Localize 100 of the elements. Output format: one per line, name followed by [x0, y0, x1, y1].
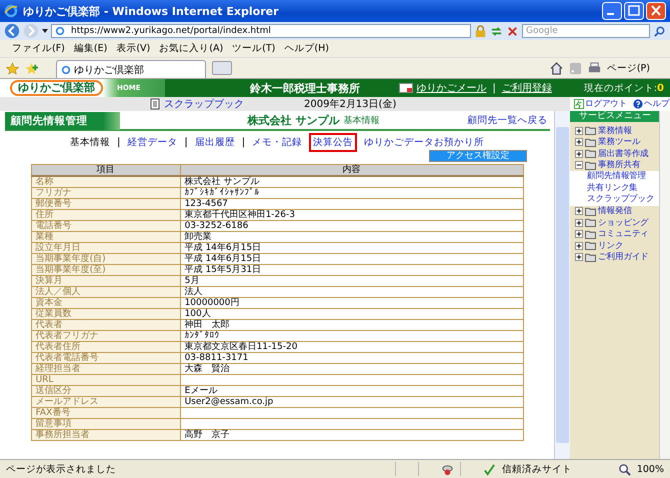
subnav-link[interactable]: メモ・記録 [248, 132, 306, 152]
security-zone: 信頼済みサイト [502, 462, 572, 476]
menu-link[interactable]: 共有リンク集 [587, 182, 638, 192]
menu-item[interactable]: ファイル(F) [12, 42, 65, 55]
expand-icon[interactable] [575, 218, 584, 227]
search-icon[interactable] [653, 24, 666, 38]
folder-icon [585, 138, 596, 147]
menu-category[interactable]: 情報発信 [598, 205, 632, 218]
field-label: 業種 [36, 232, 54, 242]
scrapbook-link[interactable]: スクラップブック [164, 97, 244, 111]
search-field[interactable]: Google [522, 24, 650, 38]
field-value: 平成 14年6月15日 [184, 254, 262, 264]
menu-category[interactable]: ご利用ガイド [598, 251, 649, 264]
refresh-icon[interactable] [490, 24, 503, 38]
folder-icon [585, 126, 596, 136]
subnav-link[interactable]: 経営データ [123, 132, 182, 152]
folder-icon [585, 149, 596, 158]
logout-link[interactable]: ログアウト [585, 98, 628, 110]
menu-category[interactable]: 届出書等作成 [598, 148, 649, 160]
menu-category[interactable]: 業務情報 [598, 124, 632, 137]
expand-icon[interactable] [575, 230, 584, 238]
column-header: 内容 [180, 164, 524, 176]
field-label: 電話番号 [36, 221, 72, 231]
lock-icon[interactable] [474, 24, 487, 38]
page-menu[interactable]: ページ(P) [606, 62, 650, 74]
subnav-link[interactable]: 決算公告 [309, 132, 358, 152]
collapse-icon[interactable] [575, 161, 584, 170]
menu-item[interactable]: ヘルプ(H) [284, 42, 329, 55]
field-value: 東京都千代田区神田1-26-3 [184, 210, 295, 220]
field-label: 決算月 [36, 276, 63, 286]
expand-icon[interactable] [575, 126, 584, 135]
expand-icon[interactable] [575, 207, 584, 216]
expand-icon[interactable] [575, 138, 584, 146]
history-dropdown-icon[interactable] [42, 29, 48, 33]
expand-icon[interactable] [575, 242, 584, 250]
menu-link[interactable]: 顧問先情報管理 [587, 171, 646, 181]
back-to-list-link[interactable]: 顧問先一覧へ戻る [468, 114, 548, 127]
field-label: FAX番号 [36, 408, 70, 418]
subnav-link[interactable]: ゆりかごデータお預かり所 [360, 132, 488, 152]
expand-icon[interactable] [575, 253, 584, 262]
mail-icon [399, 83, 414, 93]
stop-icon[interactable] [506, 24, 519, 38]
menu-item[interactable]: ツール(T) [232, 42, 276, 55]
folder-icon [585, 218, 596, 228]
field-value: 03-3252-6186 [184, 221, 248, 231]
print-icon[interactable] [588, 62, 601, 74]
field-label: 留意事項 [36, 419, 72, 429]
field-label: 送信区分 [36, 386, 72, 396]
page-scrollbar[interactable] [554, 111, 570, 459]
menu-category[interactable]: ショッピング [598, 216, 649, 229]
menu-item[interactable]: 表示(V) [116, 42, 150, 55]
subnav-link[interactable]: 届出履歴 [190, 132, 239, 152]
zoom-level[interactable]: 100% [636, 464, 664, 474]
page-icon [55, 26, 65, 36]
close-button[interactable] [646, 2, 666, 20]
address-field[interactable]: https://www2.yurikago.net/portal/index.html [51, 24, 471, 38]
browser-logo-icon [4, 4, 18, 18]
status-message: ページが表示されました [6, 462, 116, 476]
scrapbook-icon [150, 98, 162, 110]
link-separator: | [184, 136, 188, 148]
menu-link[interactable]: スクラップブック [587, 194, 654, 204]
menu-category[interactable]: コミュニティ [598, 228, 649, 240]
field-label: URL [36, 375, 54, 385]
field-value: 平成 14年6月15日 [184, 243, 262, 253]
field-value: 高野 京子 [184, 430, 230, 440]
privacy-icon [440, 462, 454, 476]
favorites-star-icon[interactable] [6, 62, 19, 74]
menu-item[interactable]: 編集(E) [74, 42, 108, 55]
page-subtitle: 基本情報 [343, 114, 380, 127]
sidebar-scrollbar[interactable] [659, 111, 670, 459]
check-icon [482, 462, 496, 476]
menu-item[interactable]: お気に入り(A) [159, 42, 224, 55]
page-icon [61, 64, 71, 74]
field-label: 事務所担当者 [36, 430, 90, 440]
header-link[interactable]: ゆりかごメール [416, 81, 486, 95]
field-value: 平成 15年5月31日 [184, 265, 262, 275]
points-value: 0 [657, 82, 664, 94]
menu-category[interactable]: 事務所共有 [598, 159, 640, 172]
field-value: ｶﾌﾞｼｷｶﾞｲｼｬｻﾝﾌﾟﾙ [184, 188, 260, 198]
field-value: 100人 [184, 309, 211, 319]
field-label: 当期事業年度(至) [36, 265, 106, 275]
maximize-button[interactable] [624, 2, 644, 20]
help-link[interactable]: ヘルプ [644, 98, 670, 110]
minimize-button[interactable] [602, 2, 622, 20]
field-label: 郵便番号 [36, 199, 72, 209]
column-header: 項目 [31, 164, 180, 176]
menu-category[interactable]: リンク [598, 240, 624, 252]
browser-tab[interactable]: ゆりかご倶楽部 [56, 60, 206, 78]
home-icon[interactable] [550, 62, 563, 74]
menu-category[interactable]: 業務ツール [598, 136, 640, 148]
back-button[interactable] [4, 23, 20, 39]
folder-icon [585, 252, 596, 262]
site-logo[interactable]: ゆりかご倶楽部 [10, 80, 103, 96]
expand-icon[interactable] [575, 150, 584, 158]
header-link[interactable]: ご利用登録 [502, 81, 552, 95]
field-label: 代表者電話番号 [36, 353, 99, 363]
section-title: 顧問先情報管理 [4, 112, 120, 130]
zoom-icon[interactable] [618, 462, 631, 476]
add-favorite-icon[interactable] [25, 62, 38, 74]
field-value: 大森 賢治 [184, 364, 230, 374]
